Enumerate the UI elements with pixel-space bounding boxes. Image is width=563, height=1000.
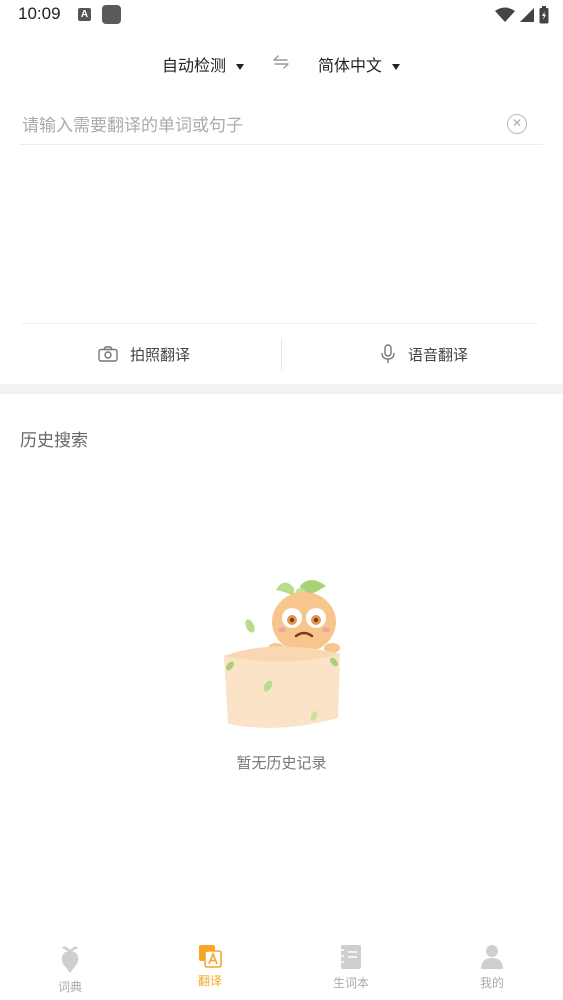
translate-input[interactable] — [20, 110, 494, 142]
chevron-down-icon — [392, 63, 401, 70]
nav-item-vocabulary[interactable]: 生词本 — [311, 944, 391, 991]
empty-history-text: 暂无历史记录 — [236, 754, 327, 772]
signal-icon — [520, 8, 534, 22]
translate-screen: 10:09 A 自动检测 简体中文 请输入需要翻译的单词或句子 ✕ 拍照翻译 语… — [0, 0, 563, 1000]
swap-languages-icon[interactable] — [272, 54, 290, 70]
nav-label-dictionary: 词典 — [57, 980, 82, 994]
input-divider — [22, 323, 538, 324]
source-language-label: 自动检测 — [162, 56, 227, 75]
wifi-icon — [495, 7, 515, 22]
notification-app-icon — [102, 5, 121, 24]
status-bar: 10:09 A — [0, 0, 563, 32]
notification-a-icon: A — [78, 8, 91, 21]
status-indicators — [495, 6, 549, 24]
action-separator — [281, 338, 282, 370]
person-icon — [481, 945, 503, 969]
nav-label-translate: 翻译 — [197, 974, 222, 988]
status-time: 10:09 — [18, 4, 61, 23]
battery-icon — [539, 6, 549, 24]
target-language-dropdown[interactable]: 简体中文 — [318, 52, 401, 76]
section-divider — [0, 384, 563, 394]
translate-actions: 拍照翻译 语音翻译 — [0, 334, 563, 374]
translate-icon — [199, 945, 222, 968]
radish-icon — [61, 946, 79, 973]
target-language-label: 简体中文 — [318, 56, 383, 75]
nav-label-vocabulary: 生词本 — [332, 976, 369, 990]
camera-icon — [98, 346, 118, 362]
empty-radish-illustration — [224, 580, 340, 728]
nav-label-mine: 我的 — [479, 976, 504, 990]
voice-translate-button[interactable]: 语音翻译 — [380, 334, 468, 374]
notebook-icon — [341, 945, 361, 969]
bottom-navigation: 词典 翻译 生词本 我的 — [0, 936, 563, 1000]
translate-input-area: ✕ — [20, 108, 543, 145]
nav-item-dictionary[interactable]: 词典 — [30, 944, 110, 995]
language-selector: 自动检测 简体中文 — [0, 44, 563, 82]
nav-item-translate[interactable]: 翻译 — [170, 944, 250, 989]
microphone-icon — [381, 344, 395, 363]
chevron-down-icon — [236, 63, 245, 70]
voice-translate-label: 语音翻译 — [408, 345, 469, 364]
photo-translate-label: 拍照翻译 — [130, 345, 191, 364]
clear-input-icon[interactable]: ✕ — [507, 114, 527, 134]
photo-translate-button[interactable]: 拍照翻译 — [98, 334, 190, 374]
nav-item-mine[interactable]: 我的 — [452, 944, 532, 991]
history-title: 历史搜索 — [20, 431, 88, 451]
source-language-dropdown[interactable]: 自动检测 — [162, 52, 245, 76]
